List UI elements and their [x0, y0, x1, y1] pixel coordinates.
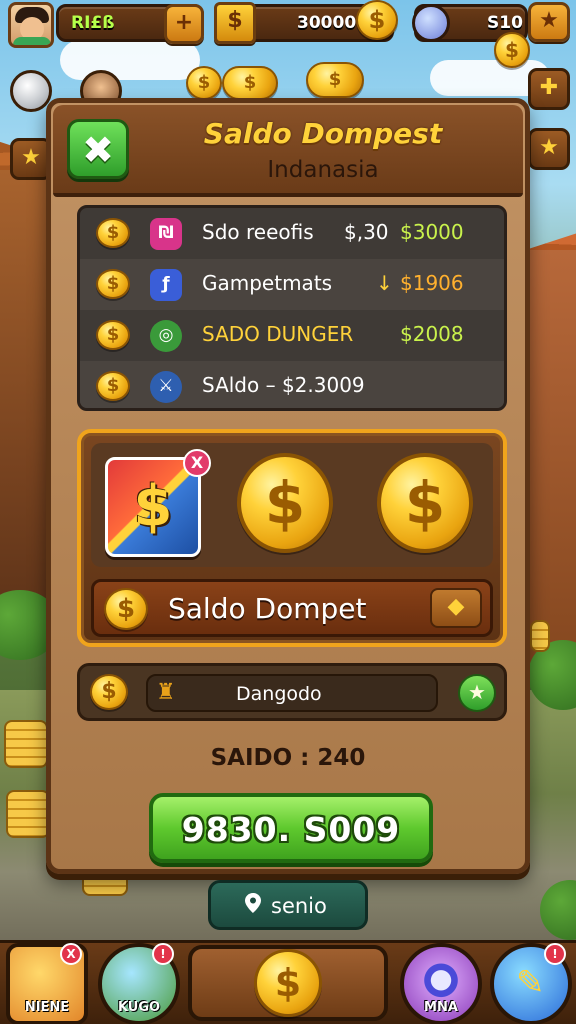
withdraw-button[interactable]: 9830. S009: [149, 793, 433, 863]
nav-home-label: NIENE: [24, 1000, 70, 1015]
row-value: $3000: [400, 220, 464, 244]
withdraw-button-label: 9830. S009: [181, 810, 401, 849]
big-coin-icon[interactable]: [237, 453, 333, 553]
big-coin-icon[interactable]: [377, 453, 473, 553]
location-label: senio: [271, 894, 327, 918]
row-amount: $,30: [344, 220, 389, 244]
list-item[interactable]: ƒ Gampetmats ↓ $1906: [80, 259, 504, 310]
close-button[interactable]: ✖: [67, 119, 129, 179]
panel-title: Saldo Dompest: [203, 117, 443, 150]
coin-icon: [90, 674, 128, 710]
row-value: $2008: [400, 322, 464, 346]
code-input-row: ♜ Dangodo ★: [77, 663, 507, 721]
reward-frame: $ X Saldo Dompet ◆: [77, 429, 507, 647]
code-input[interactable]: ♜ Dangodo: [146, 674, 438, 712]
knight-helmet-button[interactable]: [10, 70, 52, 112]
nav-map-label: KUGO: [117, 1000, 161, 1015]
row-label: SADO DUNGER: [202, 322, 354, 346]
list-item[interactable]: ₪ Sdo reeofis $,30 $3000: [80, 208, 504, 259]
list-item[interactable]: ⚔ SAldo – $2.3009: [80, 361, 504, 408]
coin-icon: [96, 371, 130, 401]
nav-home-badge: X: [60, 943, 82, 965]
nav-portal-label: MNA: [424, 1000, 458, 1015]
nav-edit-badge: !: [544, 943, 566, 965]
player-avatar[interactable]: [8, 2, 54, 48]
floating-coin-icon: [494, 32, 530, 68]
row-arrow: ↓: [376, 271, 393, 295]
row-label: Sdo reeofis: [202, 220, 314, 244]
coin-icon: [96, 320, 130, 350]
star-side-button-right[interactable]: ★: [528, 128, 570, 170]
code-input-value: Dangodo: [236, 683, 322, 705]
top-bar: RI£ß + 30000 $ S10 ★: [0, 0, 576, 48]
balance-label: SAIDO : 240: [210, 745, 366, 771]
coin-icon: [104, 588, 148, 630]
puzzle-side-button[interactable]: ✚: [528, 68, 570, 110]
coin-balance-value: 30000: [297, 13, 357, 33]
nav-home-button[interactable]: NIENE X: [6, 943, 88, 1024]
location-chip[interactable]: senio: [208, 880, 368, 930]
star-shop-button[interactable]: ★: [528, 2, 570, 42]
diamond-dropdown-icon[interactable]: ◆: [430, 588, 482, 628]
gem-balance-value: S10: [487, 13, 523, 33]
wallet-panel: ✖ Saldo Dompest Indanasia ₪ Sdo reeofis …: [46, 98, 530, 874]
panel-header: ✖ Saldo Dompest Indanasia: [53, 105, 523, 197]
key-icon: ♜: [156, 680, 176, 705]
coin-icon: [96, 269, 130, 299]
row-label: SAldo – $2.3009: [202, 373, 365, 397]
gem-icon: [412, 4, 450, 42]
row-value: $1906: [400, 271, 464, 295]
gift-icon: ₪: [150, 218, 182, 250]
confirm-star-button[interactable]: ★: [458, 674, 496, 712]
reward-items: $ X: [91, 443, 493, 567]
coin-icon: [356, 0, 398, 40]
nav-edit-button[interactable]: ! ✎: [490, 943, 572, 1024]
wallet-selector[interactable]: Saldo Dompet ◆: [91, 579, 493, 637]
floating-coin-icon: [186, 66, 222, 100]
nav-portal-button[interactable]: MNA: [400, 943, 482, 1024]
pencil-icon: ✎: [516, 963, 545, 1003]
wallet-selector-label: Saldo Dompet: [168, 592, 367, 625]
panel-subtitle: Indanasia: [267, 157, 379, 183]
coin-icon: [96, 218, 130, 248]
center-coin-icon: [254, 949, 322, 1017]
location-pin-icon: [245, 893, 261, 913]
transaction-list: ₪ Sdo reeofis $,30 $3000 ƒ Gampetmats ↓ …: [77, 205, 507, 411]
gold-block-icon: $: [214, 2, 256, 44]
add-energy-button[interactable]: +: [164, 4, 204, 44]
bottom-nav-bar: NIENE X KUGO ! MNA ! ✎: [0, 940, 576, 1024]
player-name: RI£ß: [71, 13, 115, 33]
shield-icon: ƒ: [150, 269, 182, 301]
swords-icon: ⚔: [150, 371, 182, 403]
list-item[interactable]: ◎ SADO DUNGER $2008: [80, 310, 504, 361]
orb-icon: ◎: [150, 320, 182, 352]
card-remove-badge[interactable]: X: [183, 449, 211, 477]
floating-coin-icon: [306, 62, 364, 98]
center-coin-slot[interactable]: [188, 945, 388, 1021]
floating-coin-icon: [222, 66, 278, 100]
nav-map-badge: !: [152, 943, 174, 965]
row-label: Gampetmats: [202, 271, 333, 295]
nav-map-button[interactable]: KUGO !: [98, 943, 180, 1024]
